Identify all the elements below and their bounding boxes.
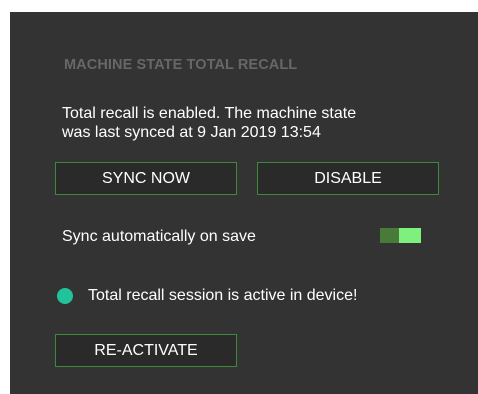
reactivate-button[interactable]: RE-ACTIVATE — [55, 334, 237, 367]
toggle-knob — [399, 228, 421, 243]
status-line-2: was last synced at 9 Jan 2019 13:54 — [62, 124, 321, 141]
auto-sync-toggle[interactable] — [380, 228, 421, 243]
panel-title: MACHINE STATE TOTAL RECALL — [64, 57, 298, 73]
recall-status-text: Total recall is enabled. The machine sta… — [62, 104, 422, 142]
session-status-label: Total recall session is active in device… — [88, 287, 358, 304]
session-active-indicator-icon — [57, 288, 73, 304]
auto-sync-label: Sync automatically on save — [62, 228, 256, 245]
sync-now-button[interactable]: SYNC NOW — [55, 162, 237, 195]
status-line-1: Total recall is enabled. The machine sta… — [62, 105, 357, 122]
disable-button[interactable]: DISABLE — [257, 162, 439, 195]
total-recall-panel: MACHINE STATE TOTAL RECALL Total recall … — [10, 12, 478, 394]
